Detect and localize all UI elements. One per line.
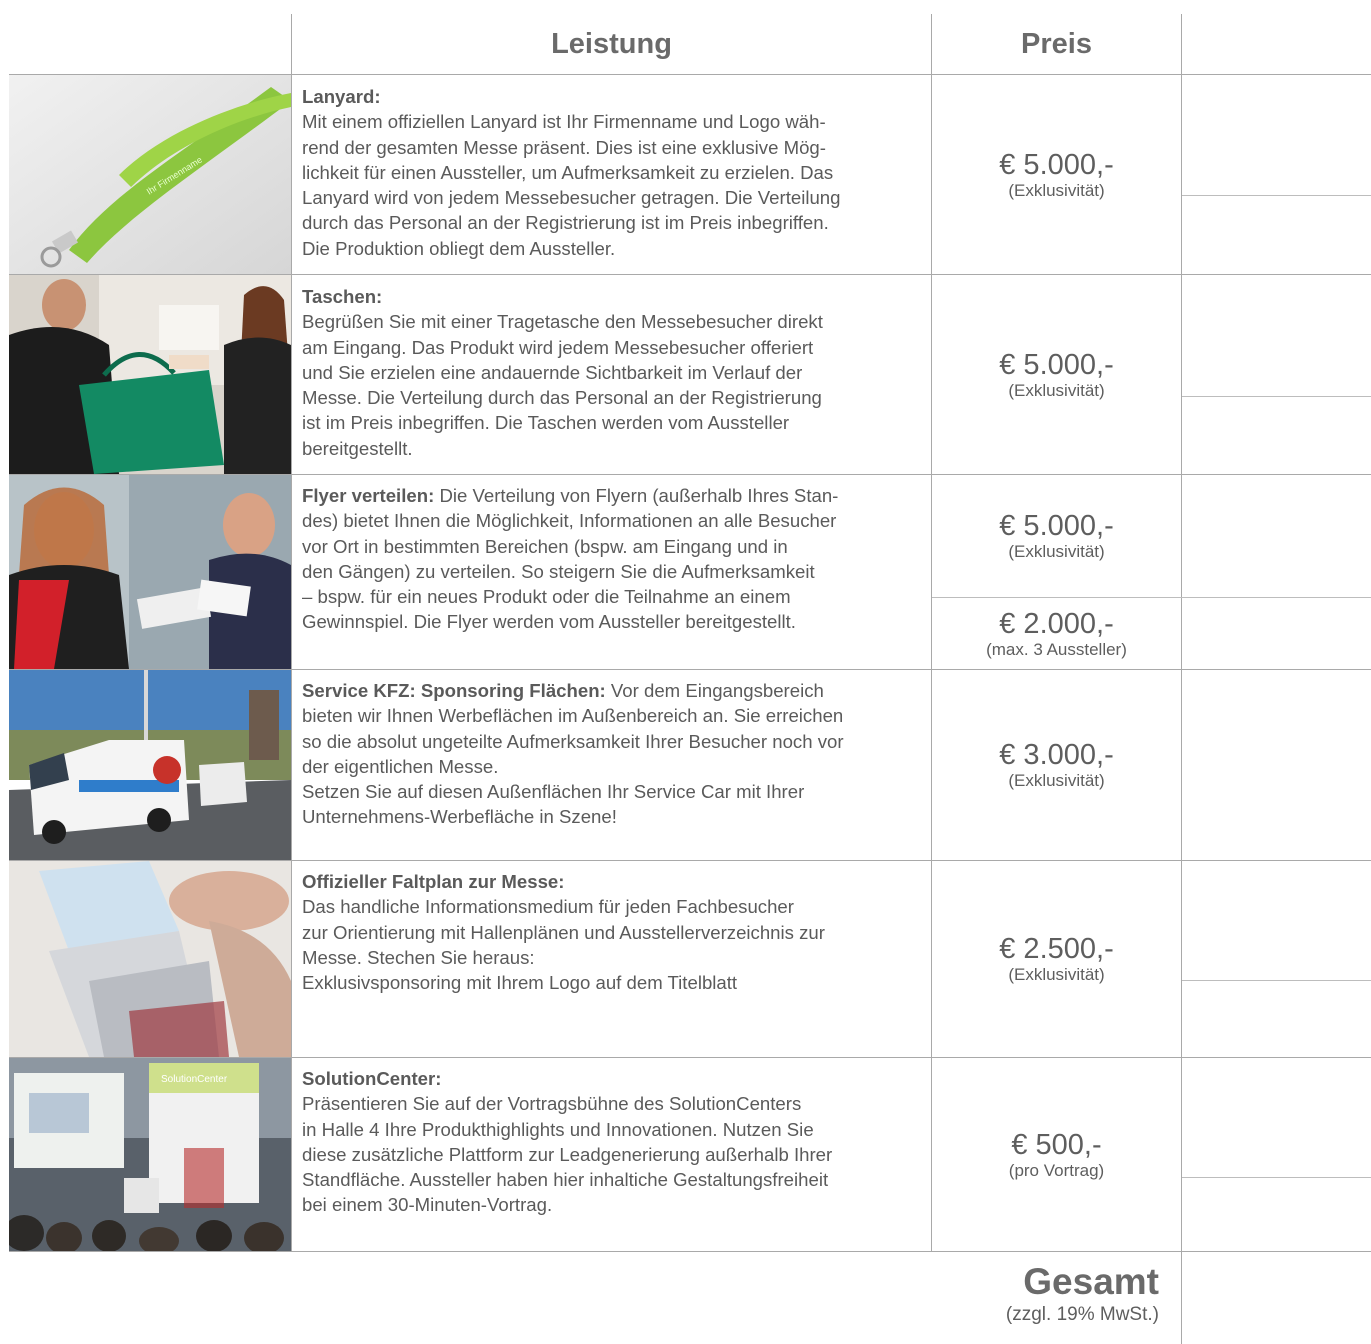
desc-line: des) bietet Ihnen die Möglichkeit, Infor… xyxy=(302,510,837,532)
service-car-photo xyxy=(9,670,291,860)
header-price: Preis xyxy=(1021,27,1092,60)
lanyard-photo: Ihr Firmenname xyxy=(9,75,291,274)
desc-line: Unternehmens-Werbefläche in Szene! xyxy=(302,806,617,828)
row-lanyard-description: Lanyard: Mit einem offiziellen Lanyard i… xyxy=(302,84,927,261)
price-value: € 2.500,- xyxy=(999,933,1114,965)
row-title: Service KFZ: Sponsoring Flächen: xyxy=(302,680,606,701)
row-service-car-price: € 3.000,- (Exklusivität) xyxy=(933,670,1180,860)
desc-line: vor Ort in bestimmten Bereichen (bspw. a… xyxy=(302,535,788,557)
row-title: Taschen: xyxy=(302,286,383,307)
price-note: (Exklusivität) xyxy=(1008,542,1105,561)
desc-line: Gewinnspiel. Die Flyer werden vom Ausste… xyxy=(302,611,796,633)
row-folding-map-price: € 2.500,- (Exklusivität) xyxy=(933,861,1180,1057)
header-service: Leistung xyxy=(551,27,672,60)
desc-line: der eigentlichen Messe. xyxy=(302,755,499,777)
desc-line: diese zusätzliche Plattform zur Leadgene… xyxy=(302,1143,833,1165)
row-bags-description: Taschen: Begrüßen Sie mit einer Tragetas… xyxy=(302,284,927,461)
price-note: (Exklusivität) xyxy=(1008,771,1105,790)
desc-line: Setzen Sie auf diesen Außenflächen Ihr S… xyxy=(302,781,805,803)
desc-line: Begrüßen Sie mit einer Tragetasche den M… xyxy=(302,311,823,333)
sub-divider xyxy=(1182,980,1371,981)
price-value: € 5.000,- xyxy=(999,148,1114,181)
desc-line: Messe. Stechen Sie heraus: xyxy=(302,946,535,968)
desc-line: Standfläche. Aussteller haben hier inhal… xyxy=(302,1169,829,1191)
price-note: (Exklusivität) xyxy=(1008,965,1105,984)
price-value: € 2.000,- xyxy=(999,607,1114,640)
row-title: SolutionCenter: xyxy=(302,1068,442,1089)
desc-line: bei einem 30-Minuten-Vortrag. xyxy=(302,1194,553,1216)
desc-line: in Halle 4 Ihre Produkthighlights und In… xyxy=(302,1118,814,1140)
desc-line: am Eingang. Das Produkt wird jedem Messe… xyxy=(302,336,814,358)
column-divider-middle xyxy=(931,14,932,1251)
row-title: Lanyard: xyxy=(302,86,381,107)
desc-line: zur Orientierung mit Hallenplänen und Au… xyxy=(302,921,825,943)
column-divider-left xyxy=(291,14,292,1251)
solution-center-sign-text: SolutionCenter xyxy=(161,1074,228,1085)
row-divider xyxy=(9,1251,1371,1252)
desc-line: – bspw. für ein neues Produkt oder die T… xyxy=(302,586,791,608)
price-value: € 3.000,- xyxy=(999,739,1114,771)
desc-line: Mit einem offiziellen Lanyard ist Ihr Fi… xyxy=(302,111,826,133)
desc-line: Die Produktion obliegt dem Aussteller. xyxy=(302,237,616,259)
desc-line: Vor dem Eingangsbereich xyxy=(605,680,824,701)
flyer-photo xyxy=(9,475,291,669)
row-bags-price: € 5.000,- (Exklusivität) xyxy=(933,275,1180,474)
row-folding-map-description: Offizieller Faltplan zur Messe: Das hand… xyxy=(302,869,927,995)
sub-divider xyxy=(1182,396,1371,397)
total-label: Gesamt xyxy=(1023,1261,1159,1302)
price-value: € 5.000,- xyxy=(999,510,1114,542)
row-title: Flyer verteilen: xyxy=(302,485,435,506)
price-value: € 5.000,- xyxy=(999,348,1114,381)
desc-line: Exklusivsponsoring mit Ihrem Logo auf de… xyxy=(302,972,738,994)
row-flyer-price-exclusive: € 5.000,- (Exklusivität) xyxy=(933,475,1180,597)
total-note: (zzgl. 19% MwSt.) xyxy=(1005,1304,1159,1325)
price-note: (Exklusivität) xyxy=(1008,380,1105,400)
row-title: Offizieller Faltplan zur Messe: xyxy=(302,871,565,892)
desc-line: rend der gesamten Messe präsent. Dies is… xyxy=(302,136,826,158)
desc-line: ist im Preis inbegriffen. Die Taschen we… xyxy=(302,412,790,434)
folding-map-photo xyxy=(9,861,291,1057)
column-divider-right xyxy=(1181,14,1182,1344)
row-solution-center-description: SolutionCenter: Präsentieren Sie auf der… xyxy=(302,1066,927,1218)
desc-line: Präsentieren Sie auf der Vortragsbühne d… xyxy=(302,1093,802,1115)
desc-line: so die absolut ungeteilte Aufmerksamkeit… xyxy=(302,730,844,752)
desc-line: Das handliche Informationsmedium für jed… xyxy=(302,896,794,918)
desc-line: Lanyard wird von jedem Messebesucher get… xyxy=(302,187,841,209)
sub-divider xyxy=(1182,1177,1371,1178)
desc-line: bereitgestellt. xyxy=(302,437,413,459)
row-flyer-description: Flyer verteilen: Die Verteilung von Flye… xyxy=(302,483,927,635)
desc-line: bieten wir Ihnen Werbeflächen im Außenbe… xyxy=(302,705,844,727)
total-block: Gesamt (zzgl. 19% MwSt.) xyxy=(1006,1262,1159,1328)
desc-line: und Sie erzielen eine andauernde Sichtba… xyxy=(302,361,803,383)
desc-line: durch das Personal an der Registrierung … xyxy=(302,212,829,234)
desc-line: Messe. Die Verteilung durch das Personal… xyxy=(302,387,822,409)
price-note: (Exklusivität) xyxy=(1008,180,1105,200)
row-service-car-description: Service KFZ: Sponsoring Flächen: Vor dem… xyxy=(302,678,927,830)
row-lanyard-price: € 5.000,- (Exklusivität) xyxy=(933,75,1180,274)
price-note: (pro Vortrag) xyxy=(1008,1160,1105,1180)
desc-line: Die Verteilung von Flyern (außerhalb Ihr… xyxy=(434,485,839,506)
row-solution-center-price: € 500,- (pro Vortrag) xyxy=(933,1058,1180,1251)
desc-line: lichkeit für einen Aussteller, um Aufmer… xyxy=(302,161,834,183)
solution-center-photo: SolutionCenter xyxy=(9,1058,291,1251)
price-note: (max. 3 Aussteller) xyxy=(986,639,1127,659)
bags-photo xyxy=(9,275,291,474)
sub-divider xyxy=(1182,195,1371,196)
desc-line: den Gängen) zu verteilen. So steigern Si… xyxy=(302,560,815,582)
row-flyer-price-shared: € 2.000,- (max. 3 Aussteller) xyxy=(933,598,1180,669)
price-value: € 500,- xyxy=(1011,1128,1102,1161)
